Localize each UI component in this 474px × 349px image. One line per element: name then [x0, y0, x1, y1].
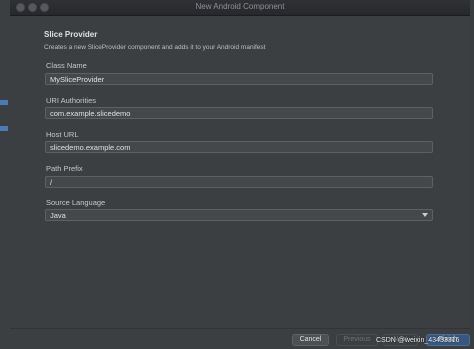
host-url-label: Host URL — [46, 130, 79, 139]
uri-authorities-label: URI Authorities — [46, 96, 97, 105]
gutter-marker — [0, 100, 8, 105]
path-prefix-label: Path Prefix — [46, 164, 83, 173]
source-language-label: Source Language — [46, 198, 106, 207]
new-component-dialog: New Android Component Slice Provider Cre… — [10, 0, 470, 349]
window-title: New Android Component — [195, 2, 285, 11]
source-language-select[interactable]: Java — [45, 209, 433, 221]
source-language-value: Java — [50, 211, 66, 220]
chevron-down-icon — [422, 213, 428, 217]
path-prefix-field[interactable]: / — [45, 176, 433, 188]
gutter-marker — [0, 126, 8, 131]
class-name-field[interactable]: MySliceProvider — [45, 73, 433, 85]
uri-authorities-field[interactable]: com.example.slicedemo — [45, 107, 433, 119]
background-ide-edge — [470, 0, 474, 349]
watermark-text: CSDN @weixin_43433316 — [376, 337, 460, 344]
previous-button[interactable]: Previous — [336, 334, 378, 346]
cancel-button[interactable]: Cancel — [292, 334, 329, 346]
class-name-label: Class Name — [46, 61, 87, 70]
dialog-header: Slice Provider Creates a new SliceProvid… — [44, 30, 265, 51]
page-description: Creates a new SliceProvider component an… — [44, 44, 266, 51]
title-bar: New Android Component — [10, 0, 470, 16]
host-url-field[interactable]: slicedemo.example.com — [45, 141, 433, 153]
page-title: Slice Provider — [44, 30, 98, 39]
